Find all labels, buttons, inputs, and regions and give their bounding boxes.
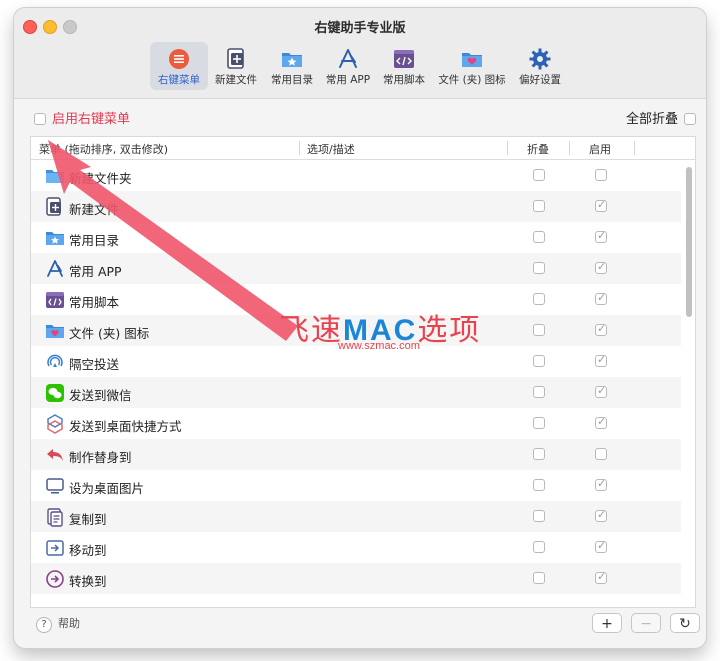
watermark-text-a: 飞速 (279, 313, 343, 348)
watermark-text-b: 选项 (417, 313, 482, 348)
watermark-url: www.szmac.com (338, 340, 420, 352)
